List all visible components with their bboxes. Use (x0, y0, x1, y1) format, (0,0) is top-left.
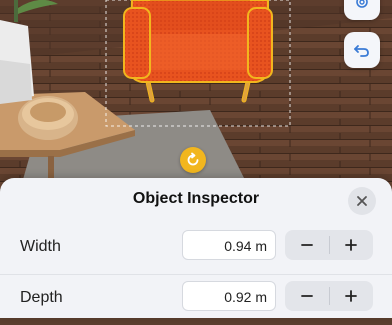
depth-label: Depth (20, 289, 63, 306)
width-label: Width (20, 238, 61, 255)
depth-row: Depth 0.92 m (0, 274, 392, 325)
panel-title: Object Inspector (132, 190, 260, 207)
settings-button[interactable] (344, 0, 380, 20)
plus-icon (345, 290, 358, 302)
minus-icon (300, 295, 313, 297)
close-button[interactable] (348, 187, 376, 215)
width-row: Width 0.94 m (0, 224, 392, 274)
gear-icon (356, 0, 368, 8)
close-icon (357, 196, 367, 206)
undo-arrow-icon (354, 45, 369, 57)
plus-icon (345, 239, 358, 251)
rotate-icon (187, 152, 199, 166)
width-increase-button[interactable] (330, 230, 374, 260)
depth-increase-button[interactable] (330, 281, 374, 311)
width-field[interactable]: 0.94 m (182, 230, 276, 260)
minus-icon (300, 244, 313, 246)
depth-field[interactable]: 0.92 m (182, 281, 276, 311)
depth-stepper (285, 281, 373, 311)
undo-button[interactable] (344, 32, 380, 68)
rotate-handle[interactable] (180, 147, 206, 173)
room-viewport[interactable] (0, 0, 392, 190)
object-inspector-panel: Object Inspector Width 0.94 m Depth 0.92… (0, 178, 392, 318)
depth-decrease-button[interactable] (285, 281, 329, 311)
width-decrease-button[interactable] (285, 230, 329, 260)
width-stepper (285, 230, 373, 260)
